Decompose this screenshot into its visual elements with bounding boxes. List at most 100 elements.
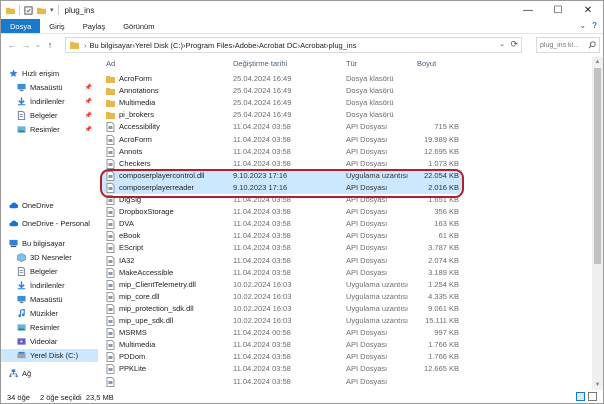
file-name: mip_ClientTelemetry.dll bbox=[119, 279, 196, 289]
list-item[interactable]: PPKLite 11.04.2024 03:58 API Dosyası 12.665… bbox=[102, 363, 462, 375]
list-item[interactable]: eBook 11.04.2024 03:58 API Dosyası 61 KB bbox=[102, 230, 462, 242]
expand-ribbon-icon[interactable]: ⌄ bbox=[579, 21, 586, 30]
list-item[interactable]: MakeAccessible 11.04.2024 03:58 API Dosyas… bbox=[102, 267, 462, 279]
search-box[interactable] bbox=[536, 37, 600, 53]
cloud-icon bbox=[9, 202, 18, 209]
breadcrumb-item[interactable]: Acrobat bbox=[300, 41, 326, 50]
list-item[interactable]: Checkers 11.04.2024 03:58 API Dosyası 1.073… bbox=[102, 158, 462, 170]
list-item[interactable]: Annotations 25.04.2024 16:49 Dosya klasörü bbox=[102, 85, 462, 97]
close-button[interactable]: ✕ bbox=[573, 1, 603, 19]
list-item[interactable]: mip_core.dll 10.02.2024 16:03 Uygulama uza… bbox=[102, 291, 462, 303]
list-item[interactable]: mip_ClientTelemetry.dll 10.02.2024 16:03 U… bbox=[102, 279, 462, 291]
list-item[interactable]: DVA 11.04.2024 03:58 API Dosyası 163 KB bbox=[102, 218, 462, 230]
file-size: 163 KB bbox=[434, 219, 459, 229]
file-icon bbox=[106, 134, 115, 145]
file-icon bbox=[106, 219, 115, 230]
column-header-type[interactable]: Tür bbox=[346, 59, 357, 68]
search-input[interactable] bbox=[540, 41, 588, 49]
file-name: MakeAccessible bbox=[119, 267, 174, 277]
nav-item[interactable]: Videolar bbox=[1, 335, 98, 348]
address-bar[interactable]: › Bu bilgisayar › Yerel Disk (C:) › Program … bbox=[65, 37, 522, 53]
scroll-down-icon[interactable]: ▼ bbox=[592, 380, 603, 390]
nav-item[interactable]: Yerel Disk (C:) bbox=[1, 349, 98, 362]
list-item[interactable]: Multimedia 25.04.2024 16:49 Dosya klasörü bbox=[102, 97, 462, 109]
nav-item[interactable]: Ağ bbox=[1, 367, 98, 380]
list-item[interactable]: IA32 11.04.2024 03:58 API Dosyası 2.074 KB bbox=[102, 255, 462, 267]
nav-item[interactable]: Masaüstü 📌 bbox=[1, 81, 98, 94]
list-item[interactable]: pi_brokers 25.04.2024 16:49 Dosya klasörü bbox=[102, 109, 462, 121]
file-icon bbox=[106, 122, 115, 133]
breadcrumb-item[interactable]: Acrobat DC bbox=[259, 41, 298, 50]
breadcrumb-item[interactable]: Yerel Disk (C:) bbox=[135, 41, 183, 50]
nav-item[interactable]: OneDrive - Personal bbox=[1, 217, 98, 230]
tab-file[interactable]: Dosya bbox=[1, 19, 41, 33]
nav-item[interactable]: OneDrive bbox=[1, 199, 98, 212]
list-item[interactable]: AcroForm 11.04.2024 03:58 API Dosyası 19.98… bbox=[102, 134, 462, 146]
breadcrumb-item[interactable]: Adobe bbox=[235, 41, 257, 50]
list-item[interactable]: Accessibility 11.04.2024 03:58 API Dosyası… bbox=[102, 121, 462, 133]
nav-item[interactable]: İndirilenler 📌 bbox=[1, 95, 98, 108]
up-button[interactable]: ↑ bbox=[43, 40, 57, 50]
address-dropdown-icon[interactable]: ⌄ bbox=[499, 40, 505, 48]
nav-item[interactable]: Resimler 📌 bbox=[1, 123, 98, 136]
file-name: Annots bbox=[119, 146, 143, 156]
annotation-highlight bbox=[100, 169, 464, 198]
list-item[interactable]: Annots 11.04.2024 03:58 API Dosyası 12.695 … bbox=[102, 146, 462, 158]
refresh-icon[interactable]: ⟳ bbox=[510, 39, 518, 50]
nav-item[interactable]: 3D Nesneler bbox=[1, 251, 98, 264]
pictures-icon bbox=[17, 324, 26, 331]
list-item[interactable]: PDDom 11.04.2024 03:58 API Dosyası 1.766 KB bbox=[102, 351, 462, 363]
nav-item[interactable]: Belgeler 📌 bbox=[1, 109, 98, 122]
list-item[interactable]: mip_upe_sdk.dll 10.02.2024 16:03 Uygulama … bbox=[102, 315, 462, 327]
properties-icon[interactable] bbox=[24, 5, 33, 15]
file-type: API Dosyası bbox=[346, 231, 388, 241]
breadcrumb-item[interactable]: Program Files bbox=[186, 41, 233, 50]
qa-dropdown-icon[interactable]: ▾ bbox=[50, 6, 54, 14]
minimize-button[interactable]: — bbox=[513, 1, 543, 19]
nav-item[interactable]: Hızlı erişim bbox=[1, 67, 98, 80]
breadcrumb-item[interactable]: Bu bilgisayar bbox=[90, 41, 133, 50]
list-item[interactable]: mip_protection_sdk.dll 10.02.2024 16:03 Uy… bbox=[102, 303, 462, 315]
help-icon[interactable]: ? bbox=[592, 21, 597, 30]
nav-item[interactable]: Masaüstü bbox=[1, 293, 98, 306]
column-header-name[interactable]: Ad bbox=[106, 59, 115, 68]
column-header-size[interactable]: Boyut bbox=[417, 59, 436, 68]
nav-item-label: Masaüstü bbox=[30, 83, 63, 92]
breadcrumb-item[interactable]: plug_ins bbox=[329, 41, 357, 50]
view-toggle bbox=[576, 392, 597, 401]
nav-item-label: 3D Nesneler bbox=[30, 253, 72, 262]
list-item[interactable]: AcroForm 25.04.2024 16:49 Dosya klasörü bbox=[102, 73, 462, 85]
ribbon-tabs: Dosya Giriş Paylaş Görünüm ⌄ ? bbox=[1, 19, 603, 34]
details-view-icon[interactable] bbox=[576, 392, 585, 401]
nav-item[interactable]: Müzikler bbox=[1, 307, 98, 320]
list-item[interactable]: DropboxStorage 11.04.2024 03:58 API Dosyas… bbox=[102, 206, 462, 218]
vertical-scrollbar[interactable]: ▲ ▼ bbox=[592, 57, 603, 390]
tab-share[interactable]: Paylaş bbox=[74, 19, 115, 33]
scroll-thumb[interactable] bbox=[594, 68, 601, 264]
scroll-up-icon[interactable]: ▲ bbox=[592, 57, 603, 67]
cloud-icon bbox=[9, 220, 18, 227]
tab-view[interactable]: Görünüm bbox=[114, 19, 163, 33]
file-size: 61 KB bbox=[438, 231, 459, 241]
large-icons-view-icon[interactable] bbox=[588, 392, 597, 401]
tab-home[interactable]: Giriş bbox=[40, 19, 73, 33]
list-item[interactable]: MSRMS 11.04.2024 00:58 API Dosyası 997 KB bbox=[102, 327, 462, 339]
new-folder-icon[interactable] bbox=[37, 6, 46, 15]
maximize-button[interactable]: ☐ bbox=[543, 1, 573, 19]
file-icon bbox=[106, 279, 115, 290]
nav-item[interactable]: Bu bilgisayar bbox=[1, 237, 98, 250]
file-icon bbox=[106, 352, 115, 363]
back-button[interactable]: ← bbox=[5, 40, 19, 50]
nav-item[interactable]: Resimler bbox=[1, 321, 98, 334]
list-item[interactable]: Multimedia 11.04.2024 03:58 API Dosyası 1.7… bbox=[102, 339, 462, 351]
nav-item[interactable]: Belgeler bbox=[1, 265, 98, 278]
recent-locations-button[interactable]: ⌄ bbox=[33, 41, 43, 49]
nav-item[interactable]: İndirilenler bbox=[1, 279, 98, 292]
list-item[interactable]: 11.04.2024 03:58 API Dosyası bbox=[102, 376, 462, 388]
nav-item-label: Bu bilgisayar bbox=[22, 239, 65, 248]
star-icon bbox=[9, 69, 18, 77]
column-header-date[interactable]: Değiştirme tarihi bbox=[233, 59, 287, 68]
forward-button[interactable]: → bbox=[19, 40, 33, 50]
list-item[interactable]: EScript 11.04.2024 03:58 API Dosyası 3.787 … bbox=[102, 242, 462, 254]
window-controls: — ☐ ✕ bbox=[513, 1, 603, 19]
